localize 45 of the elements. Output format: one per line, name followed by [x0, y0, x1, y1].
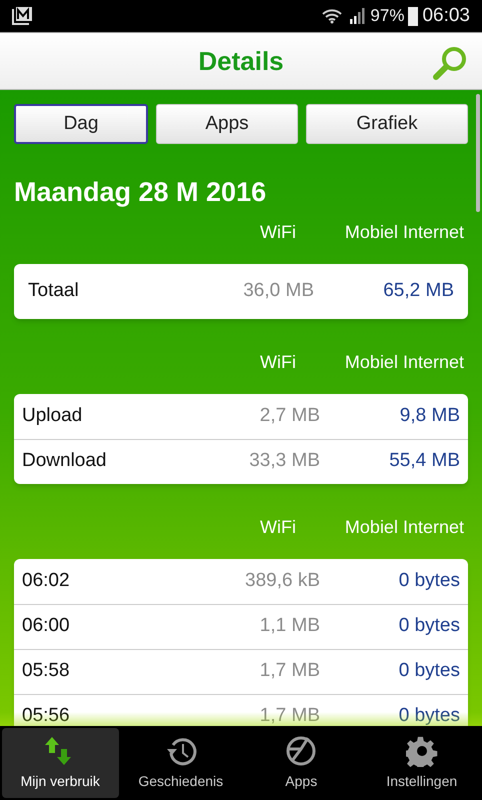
wifi-usage: 2,7 MB — [258, 404, 320, 428]
screen-title: Details — [198, 44, 284, 78]
signal-icon — [350, 8, 366, 24]
column-header: WiFi — [259, 220, 296, 244]
wifi-usage: 1,7 MB — [258, 704, 320, 726]
nav-tab[interactable]: Mijn verbruik — [2, 728, 118, 798]
tab[interactable]: Apps — [156, 104, 298, 144]
mobile-usage: 65,2 MB — [382, 278, 454, 303]
column-header: Mobiel Internet — [344, 516, 465, 538]
row-label: Upload — [22, 404, 84, 428]
row-label: 06:02 — [22, 568, 71, 593]
mobile-usage: 0 bytes — [398, 614, 460, 638]
nav-tab[interactable]: Geschiedenis — [122, 728, 239, 798]
mobile-usage: 0 bytes — [398, 568, 460, 593]
tab[interactable]: Grafiek — [306, 104, 468, 144]
nav-tab[interactable]: Apps — [243, 728, 360, 798]
wifi-usage: 1,1 MB — [258, 614, 320, 638]
column-header: WiFi — [259, 516, 296, 538]
row-label: 05:56 — [22, 704, 71, 726]
battery-icon — [408, 6, 418, 26]
battery-percent: 97% — [370, 5, 404, 28]
date-heading: Maandag 28 M 2016 — [14, 176, 268, 209]
mobile-usage: 0 bytes — [398, 659, 460, 684]
row-label: Download — [22, 449, 108, 474]
wifi-icon — [322, 8, 342, 24]
wifi-usage: 1,7 MB — [258, 659, 320, 684]
wifi-usage: 389,6 kB — [244, 568, 320, 593]
tab[interactable]: Dag — [14, 104, 148, 144]
mail-icon — [12, 6, 34, 26]
column-header: Mobiel Internet — [344, 350, 465, 374]
clock: 06:03 — [422, 4, 470, 28]
column-header: Mobiel Internet — [344, 220, 465, 244]
row-label: Totaal — [28, 278, 80, 303]
mobile-usage: 55,4 MB — [388, 449, 460, 474]
mobile-usage: 0 bytes — [398, 704, 460, 726]
wifi-usage: 33,3 MB — [248, 449, 320, 474]
search-icon[interactable] — [432, 45, 468, 81]
pie-chart-icon — [285, 734, 318, 766]
settings-icon — [406, 734, 438, 766]
mobile-usage: 9,8 MB — [398, 404, 460, 428]
nav-tab[interactable]: Instellingen — [364, 728, 480, 798]
column-header: WiFi — [259, 350, 296, 374]
wifi-usage: 36,0 MB — [242, 278, 314, 303]
row-label: 06:00 — [22, 614, 71, 638]
row-label: 05:58 — [22, 659, 71, 684]
